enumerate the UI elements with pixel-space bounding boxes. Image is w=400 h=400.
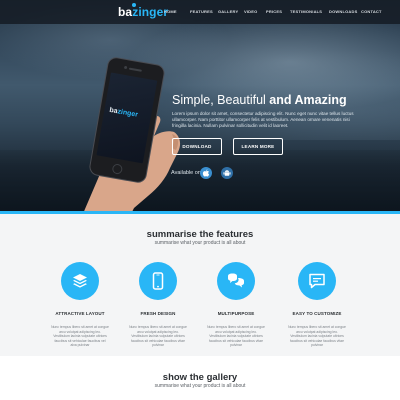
available-on-label: Available on:: [171, 170, 203, 176]
feature-description: Nunc tempus libero sit amet at congue ar…: [51, 325, 109, 348]
brand-logo-part1: ba: [118, 5, 133, 19]
feature-title: MULTIPURPOSE: [217, 311, 255, 316]
phone-speaker: [128, 67, 142, 72]
feature-title: EASY TO CUSTOMIZE: [292, 311, 342, 316]
feature-card: MULTIPURPOSE Nunc tempus libero sit amet…: [201, 262, 271, 348]
feature-description: Nunc tempus libero sit amet at congue ar…: [207, 325, 265, 348]
phone-logo-part2: zinger: [116, 108, 139, 119]
chat-icon: [228, 273, 244, 288]
brand-logo-part2: zinger: [132, 5, 169, 19]
feature-icon-circle: [298, 262, 336, 300]
hero-headline-plain: Simple, Beautiful: [172, 93, 266, 107]
apple-store-button[interactable]: [200, 167, 212, 179]
hero-headline: Simple, Beautiful and Amazing: [172, 93, 347, 107]
gallery-subtitle: summarise what your product is all about: [154, 383, 246, 389]
nav-item-features[interactable]: FEATURES: [190, 9, 214, 14]
layers-icon: [73, 274, 87, 288]
nav-item-prices[interactable]: PRICES: [266, 9, 284, 14]
phone-screen: bazinger: [96, 72, 158, 164]
nav-item-home[interactable]: HOME: [164, 9, 184, 14]
hero-city-background: [0, 150, 400, 213]
nav-item-downloads[interactable]: DOWNLOADS: [329, 9, 357, 14]
nav-item-video[interactable]: VIDEO: [244, 9, 260, 14]
feature-description: Nunc tempus libero sit amet at congue ar…: [129, 325, 187, 348]
features-subtitle: summarise what your product is all about: [154, 240, 246, 246]
android-icon: [223, 170, 231, 176]
nav-item-contact[interactable]: CONTACT: [361, 9, 383, 14]
feature-card: FRESH DESIGN Nunc tempus libero sit amet…: [123, 262, 193, 348]
logo-signal-dot: [132, 3, 136, 7]
hero-section: bazinger HOME FEATURES GALLERY VIDEO PRI…: [0, 0, 400, 213]
speech-bubble-icon: [309, 273, 325, 289]
feature-description: Nunc tempus libero sit amet at congue ar…: [288, 325, 346, 348]
feature-icon-circle: [61, 262, 99, 300]
nav-item-testimonials[interactable]: TESTIMONIALS: [290, 9, 323, 14]
nav-item-gallery[interactable]: GALLERY: [218, 9, 238, 14]
feature-title: ATTRACTIVE LAYOUT: [55, 311, 105, 316]
phone-home-button: [111, 163, 124, 175]
features-section: summarise the features summarise what yo…: [0, 214, 400, 356]
feature-icon-circle: [217, 262, 255, 300]
phone-screen-logo: bazinger: [109, 107, 139, 119]
hero-description: Lorem ipsum dolor sit amet, consectetur …: [172, 111, 354, 128]
download-button[interactable]: DOWNLOAD: [172, 138, 222, 155]
brand-logo[interactable]: bazinger: [118, 3, 169, 19]
top-navbar: bazinger HOME FEATURES GALLERY VIDEO PRI…: [0, 0, 400, 24]
android-store-button[interactable]: [221, 167, 233, 179]
feature-icon-circle: [139, 262, 177, 300]
nav-menu: HOME FEATURES GALLERY VIDEO PRICES TESTI…: [164, 9, 383, 14]
feature-card: EASY TO CUSTOMIZE Nunc tempus libero sit…: [282, 262, 352, 348]
gallery-section: show the gallery summarise what your pro…: [0, 356, 400, 400]
learn-more-button[interactable]: LEARN MORE: [233, 138, 283, 155]
apple-icon: [202, 169, 210, 177]
hero-headline-bold: and Amazing: [269, 93, 347, 107]
feature-title: FRESH DESIGN: [140, 311, 176, 316]
gallery-title: show the gallery: [162, 372, 238, 383]
features-title: summarise the features: [146, 229, 254, 240]
mobile-icon: [152, 272, 164, 290]
phone-camera: [123, 65, 128, 70]
feature-card: ATTRACTIVE LAYOUT Nunc tempus libero sit…: [45, 262, 115, 348]
